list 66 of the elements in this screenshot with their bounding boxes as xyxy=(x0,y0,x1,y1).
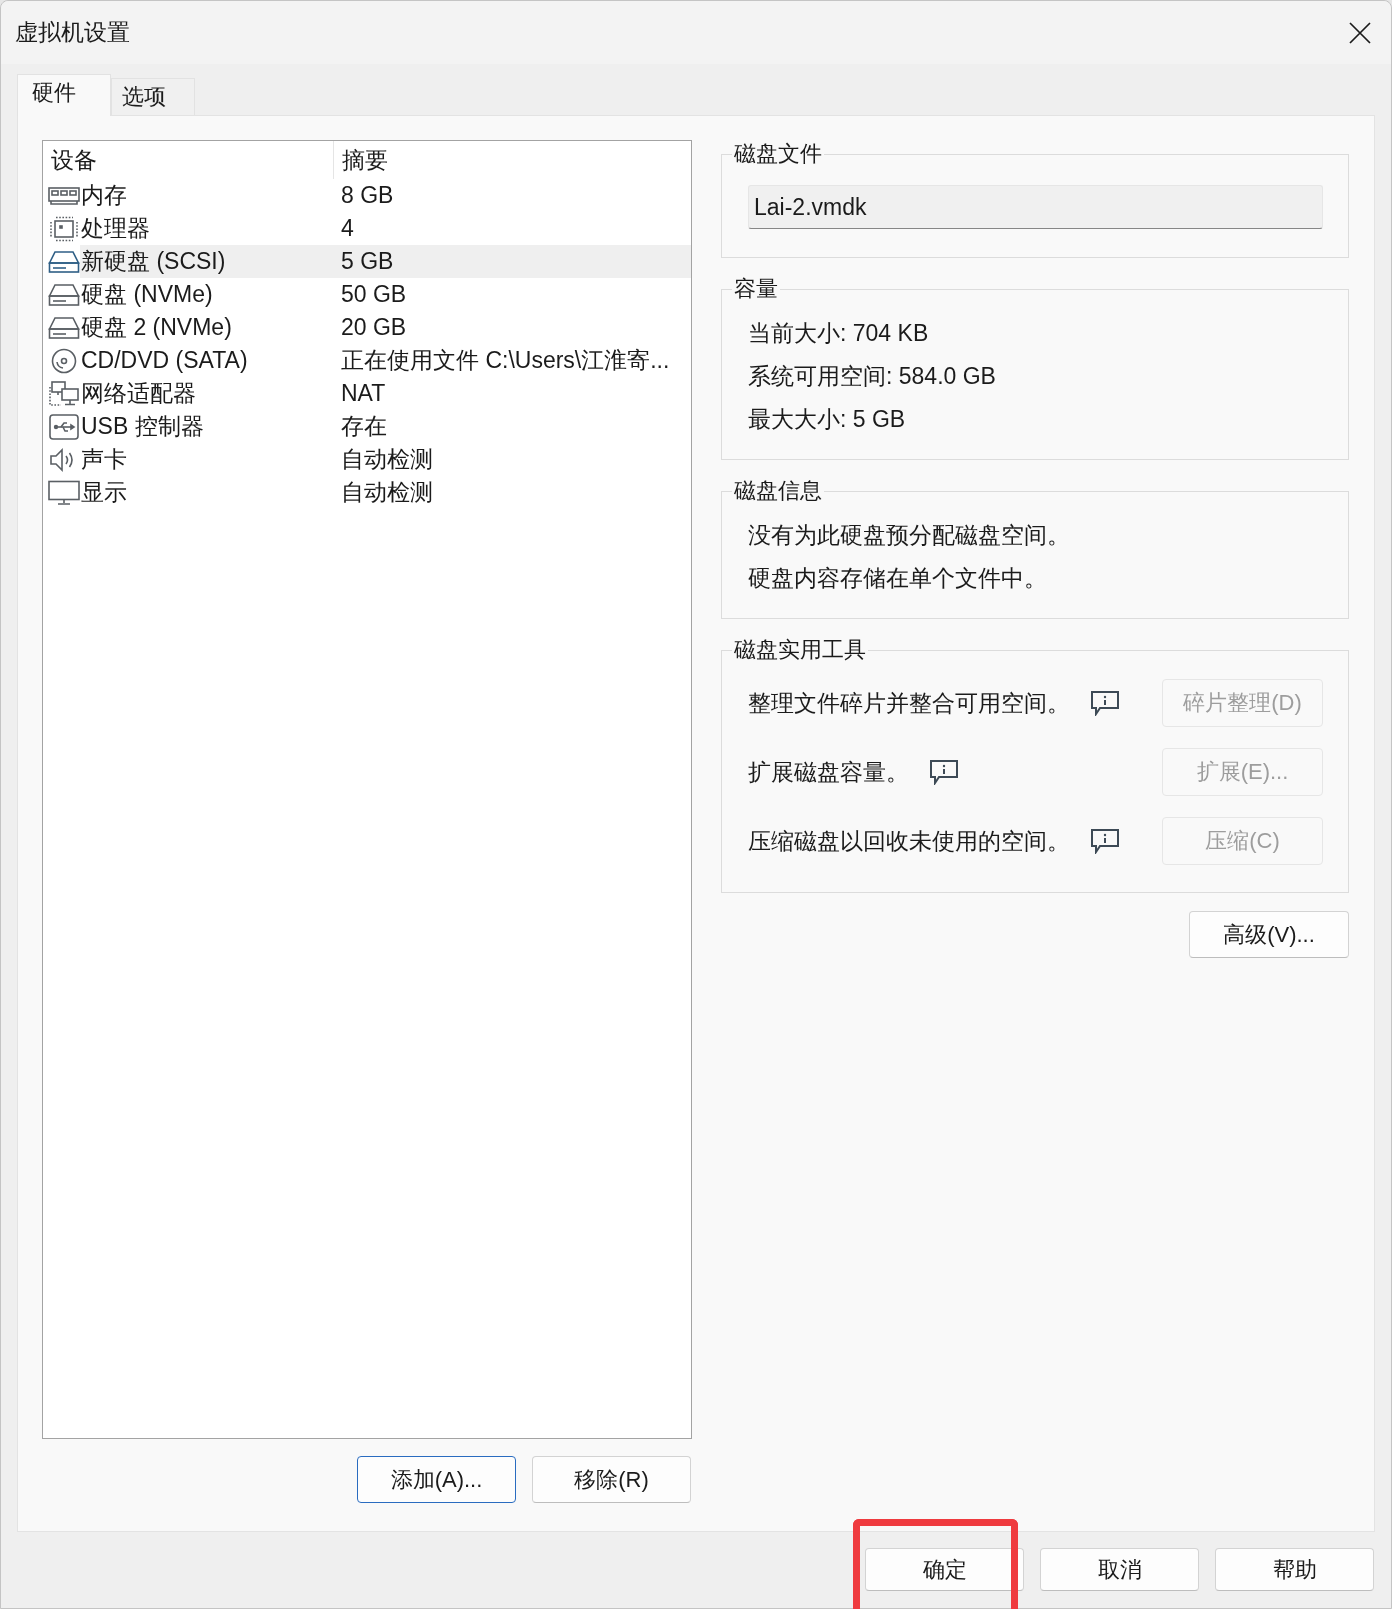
capacity-text: 系统可用空间: 584.0 GB xyxy=(748,362,997,391)
device-name: 网络适配器 xyxy=(80,379,197,408)
device-summary: 自动检测 xyxy=(341,445,433,474)
device-name: 硬盘 2 (NVMe) xyxy=(80,313,233,342)
info-text: 硬盘内容存储在单个文件中。 xyxy=(748,564,1048,593)
network-computers-icon xyxy=(48,380,80,407)
processor-chip-icon xyxy=(48,215,80,242)
info-icon[interactable] xyxy=(1090,828,1120,854)
hard-drive-icon xyxy=(48,248,80,275)
advanced-button[interactable]: 高级(V)... xyxy=(1189,911,1349,958)
monitor-icon xyxy=(48,479,80,506)
dialog-button[interactable]: 确定 xyxy=(865,1548,1024,1591)
close-icon xyxy=(1349,21,1371,44)
list-action-button[interactable]: 移除(R) xyxy=(532,1456,691,1503)
device-name: 处理器 xyxy=(80,214,151,243)
device-summary: 20 GB xyxy=(341,314,407,341)
group-title: 磁盘实用工具 xyxy=(733,636,867,664)
device-summary: 8 GB xyxy=(341,182,394,209)
device-item[interactable]: 网络适配器 NAT xyxy=(80,377,691,410)
device-name: CD/DVD (SATA) xyxy=(80,347,249,374)
device-name: 声卡 xyxy=(80,445,128,474)
device-summary: 存在 xyxy=(341,412,387,441)
device-summary: 正在使用文件 C:\Users\江淮寄... xyxy=(341,346,670,375)
device-item[interactable]: 新硬盘 (SCSI) 5 GB xyxy=(80,245,691,278)
capacity-text: 当前大小: 704 KB xyxy=(748,319,930,348)
dialog-button[interactable]: 取消 xyxy=(1040,1548,1199,1591)
tab[interactable]: 选项 xyxy=(111,78,195,115)
device-name: USB 控制器 xyxy=(80,412,205,441)
column-header[interactable]: 设备 xyxy=(43,144,333,176)
device-item[interactable]: 显示 自动检测 xyxy=(80,476,691,509)
device-name: 显示 xyxy=(80,478,128,507)
device-summary: 5 GB xyxy=(341,248,394,275)
window-title: 虚拟机设置 xyxy=(15,18,130,47)
device-item[interactable]: 处理器 4 xyxy=(80,212,691,245)
close-button[interactable] xyxy=(1349,21,1371,44)
device-item[interactable]: 内存 8 GB xyxy=(80,179,691,212)
group-title: 磁盘文件 xyxy=(733,140,823,168)
hard-drive-icon xyxy=(48,281,80,308)
info-text: 没有为此硬盘预分配磁盘空间。 xyxy=(748,521,1071,550)
device-summary: 自动检测 xyxy=(341,478,433,507)
list-action-button[interactable]: 添加(A)... xyxy=(357,1456,516,1503)
dialog-button[interactable]: 帮助 xyxy=(1215,1548,1374,1591)
device-summary: 50 GB xyxy=(341,281,407,308)
device-summary: 4 xyxy=(341,215,354,242)
utility-description: 整理文件碎片并整合可用空间。 xyxy=(748,688,1070,718)
group-title: 容量 xyxy=(733,275,779,303)
usb-icon xyxy=(48,413,80,440)
hard-drive-icon xyxy=(48,314,80,341)
group-title: 磁盘信息 xyxy=(733,477,823,505)
capacity-text: 最大大小: 5 GB xyxy=(748,405,907,434)
device-item[interactable]: 硬盘 2 (NVMe) 20 GB xyxy=(80,311,691,344)
utility-description: 压缩磁盘以回收未使用的空间。 xyxy=(748,826,1070,856)
tab[interactable]: 硬件 xyxy=(17,74,111,116)
device-item[interactable]: 硬盘 (NVMe) 50 GB xyxy=(80,278,691,311)
device-item[interactable]: 声卡 自动检测 xyxy=(80,443,691,476)
device-name: 硬盘 (NVMe) xyxy=(80,280,214,309)
device-name: 新硬盘 (SCSI) xyxy=(80,247,227,276)
device-item[interactable]: USB 控制器 存在 xyxy=(80,410,691,443)
device-name: 内存 xyxy=(80,181,128,210)
file-name-field[interactable]: Lai-2.vmdk xyxy=(748,185,1323,229)
info-icon[interactable] xyxy=(929,759,959,785)
info-icon[interactable] xyxy=(1090,690,1120,716)
device-summary: NAT xyxy=(341,380,386,407)
utility-description: 扩展磁盘容量。 xyxy=(748,757,909,787)
column-header[interactable]: 摘要 xyxy=(334,144,624,176)
device-item[interactable]: CD/DVD (SATA) 正在使用文件 C:\Users\江淮寄... xyxy=(80,344,691,377)
